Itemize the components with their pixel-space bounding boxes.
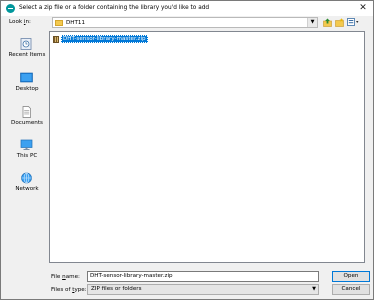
place-label: Network [15,186,39,192]
file-name-field[interactable]: DHT-sensor-library-master.zip [87,271,319,282]
up-folder-icon [323,18,332,27]
close-button[interactable]: ✕ [357,3,369,14]
file-chooser-dialog: Select a zip file or a folder containing… [0,0,374,300]
recent-items-icon [20,38,32,50]
view-menu-button[interactable] [347,17,359,27]
arduino-app-icon [6,4,15,13]
open-button[interactable]: Open [332,271,370,282]
places-sidebar: Recent Items Desktop Documents This PC N… [7,32,46,262]
title-bar[interactable]: Select a zip file or a folder containing… [1,1,373,16]
cancel-button[interactable]: Cancel [332,284,370,295]
navigation-toolbar [323,17,359,28]
place-this-pc[interactable]: This PC [7,139,46,169]
file-name-label: File name: [51,274,80,280]
place-label: Desktop [15,86,39,92]
look-in-value: DHT11 [66,20,86,26]
place-desktop[interactable]: Desktop [7,72,46,102]
chevron-down-icon: ▼ [312,286,316,292]
place-recent-items[interactable]: Recent Items [7,38,46,68]
place-label: This PC [16,153,38,159]
new-folder-icon [335,18,344,27]
view-menu-icon [347,18,359,26]
list-item[interactable]: DHT-sensor-library-master.zip [53,35,148,43]
files-of-type-value: ZIP files or folders [91,286,142,292]
desktop-icon [20,72,33,83]
place-network[interactable]: Network [7,172,46,202]
look-in-dropdown[interactable]: DHT11 ▼ [52,17,318,28]
place-label: Recent Items [8,52,46,58]
up-one-level-button[interactable] [323,17,332,27]
zip-file-icon [53,35,59,43]
file-name: DHT-sensor-library-master.zip [61,35,148,43]
chevron-down-icon[interactable]: ▼ [307,18,317,27]
files-of-type-dropdown[interactable]: ZIP files or folders ▼ [87,284,319,295]
new-folder-button[interactable] [335,17,344,27]
file-list[interactable]: DHT-sensor-library-master.zip [49,31,365,263]
place-label: Documents [11,120,43,126]
files-of-type-label: Files of type: [51,287,87,293]
folder-icon [55,20,63,26]
place-documents[interactable]: Documents [7,106,46,136]
window-title: Select a zip file or a folder containing… [19,5,210,11]
documents-icon [22,106,31,118]
look-in-label: Look in: [9,19,31,25]
this-pc-icon [20,139,33,150]
network-icon [21,172,32,184]
